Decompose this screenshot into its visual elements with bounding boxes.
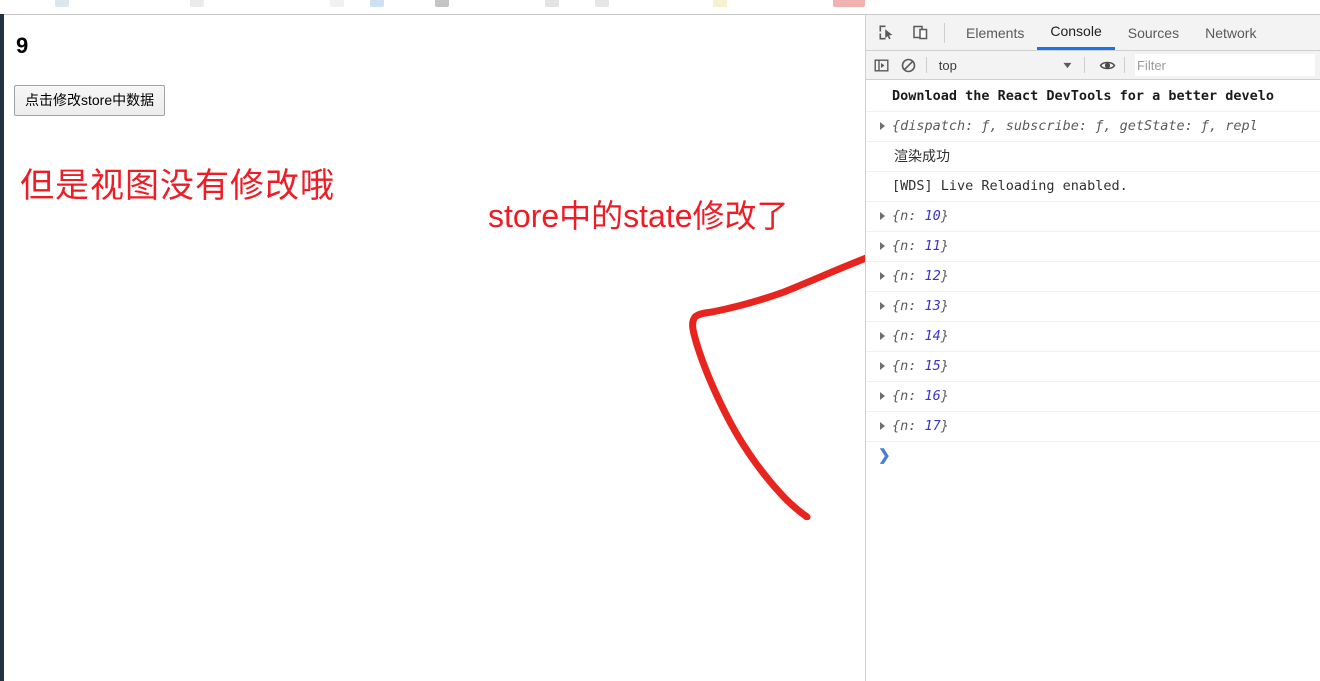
console-row-text: 渲染成功 [894, 148, 950, 164]
console-context-selector[interactable]: top ▼ [933, 54, 1079, 76]
console-row-text: Download the React DevTools for a better… [892, 88, 1275, 104]
console-row-react-devtools: Download the React DevTools for a better… [866, 82, 1320, 112]
console-row-value: 10 [924, 208, 941, 224]
console-row-prefix: {n: [892, 388, 925, 404]
console-log-list[interactable]: Download the React DevTools for a better… [866, 82, 1320, 681]
expand-triangle-icon[interactable] [880, 242, 885, 250]
console-row-value: 17 [924, 418, 941, 434]
console-row-prefix: {n: [892, 268, 925, 284]
bookmark-icon[interactable] [190, 0, 204, 7]
console-row-text: {dispatch: ƒ, subscribe: ƒ, getState: ƒ,… [892, 118, 1258, 134]
console-row-value: 13 [924, 298, 941, 314]
console-row-suffix: } [940, 418, 949, 434]
console-row-n-object[interactable]: {n: 13} [866, 292, 1320, 322]
clear-console-icon[interactable] [898, 53, 920, 77]
console-row-n-object[interactable]: {n: 17} [866, 412, 1320, 442]
console-row-value: 12 [924, 268, 941, 284]
console-row-suffix: } [940, 298, 949, 314]
console-row-render-success: 渲染成功 [866, 142, 1320, 172]
bookmark-icon[interactable] [595, 0, 609, 7]
bookmark-icon[interactable] [545, 0, 559, 7]
console-settings-eye-icon[interactable] [1096, 53, 1118, 77]
inspect-element-icon[interactable] [872, 19, 900, 47]
console-row-prefix: {n: [892, 418, 925, 434]
tab-sources[interactable]: Sources [1115, 15, 1192, 50]
browser-toolbar-strip [0, 0, 1320, 14]
bookmark-icon[interactable] [55, 0, 69, 7]
page-content: 9 点击修改store中数据 但是视图没有修改哦 store中的state修改了 [4, 15, 881, 681]
devtools-filterbar: top ▼ [866, 51, 1320, 80]
tab-elements[interactable]: Elements [953, 15, 1037, 50]
expand-triangle-icon[interactable] [880, 362, 885, 370]
annotation-store-state-changed: store中的state修改了 [488, 198, 789, 234]
console-row-n-object[interactable]: {n: 10} [866, 202, 1320, 232]
devtools-panel: Elements Console Sources Network top ▼ F… [865, 15, 1320, 681]
modify-store-button[interactable]: 点击修改store中数据 [14, 85, 166, 116]
console-row-suffix: } [940, 388, 949, 404]
console-row-suffix: } [940, 238, 949, 254]
expand-triangle-icon[interactable] [880, 212, 885, 220]
annotation-view-not-updated: 但是视图没有修改哦 [20, 167, 335, 205]
device-toolbar-icon[interactable] [906, 19, 934, 47]
bookmark-icon[interactable] [833, 0, 865, 7]
filterbar-separator [1084, 57, 1086, 73]
console-row-suffix: } [940, 328, 949, 344]
console-row-prefix: {n: [892, 358, 925, 374]
console-sidebar-icon[interactable] [871, 53, 893, 77]
console-context-label: top [938, 57, 957, 73]
tab-network[interactable]: Network [1192, 15, 1269, 50]
expand-triangle-icon[interactable] [880, 332, 885, 340]
console-row-text: [WDS] Live Reloading enabled. [892, 178, 1128, 194]
console-prompt-row[interactable]: ❯ [866, 442, 1320, 468]
filterbar-separator [925, 57, 927, 73]
console-row-prefix: {n: [892, 298, 925, 314]
console-row-prefix: {n: [892, 328, 925, 344]
console-row-suffix: } [940, 208, 949, 224]
console-row-value: 11 [924, 238, 941, 254]
bookmark-icon[interactable] [330, 0, 344, 7]
console-row-n-object[interactable]: {n: 11} [866, 232, 1320, 262]
console-row-wds: [WDS] Live Reloading enabled. [866, 172, 1320, 202]
console-filter-input[interactable] [1134, 54, 1315, 76]
tabbar-separator [944, 22, 945, 43]
console-row-value: 14 [924, 328, 941, 344]
console-row-value: 16 [924, 388, 941, 404]
console-row-suffix: } [940, 268, 949, 284]
bookmark-icon[interactable] [713, 0, 727, 7]
filterbar-separator [1124, 57, 1125, 73]
console-row-n-object[interactable]: {n: 14} [866, 322, 1320, 352]
expand-triangle-icon[interactable] [880, 272, 885, 280]
console-row-n-object[interactable]: {n: 12} [866, 262, 1320, 292]
console-prompt-caret-icon: ❯ [878, 447, 891, 464]
expand-triangle-icon[interactable] [880, 422, 885, 430]
tab-console[interactable]: Console [1037, 15, 1115, 50]
counter-value-heading: 9 [16, 33, 29, 58]
console-row-prefix: {n: [892, 208, 925, 224]
console-row-suffix: } [940, 358, 949, 374]
console-row-prefix: {n: [892, 238, 925, 254]
console-row-value: 15 [924, 358, 941, 374]
console-row-n-object[interactable]: {n: 15} [866, 352, 1320, 382]
expand-triangle-icon[interactable] [880, 392, 885, 400]
annotation-arrow-marker [689, 250, 881, 520]
chevron-down-icon: ▼ [1061, 60, 1075, 70]
expand-triangle-icon[interactable] [880, 302, 885, 310]
console-row-store-object[interactable]: {dispatch: ƒ, subscribe: ƒ, getState: ƒ,… [866, 112, 1320, 142]
console-row-n-object[interactable]: {n: 16} [866, 382, 1320, 412]
bookmark-icon[interactable] [370, 0, 384, 7]
bookmark-icon[interactable] [435, 0, 449, 7]
expand-triangle-icon[interactable] [880, 122, 885, 130]
devtools-tabbar: Elements Console Sources Network [866, 15, 1320, 51]
